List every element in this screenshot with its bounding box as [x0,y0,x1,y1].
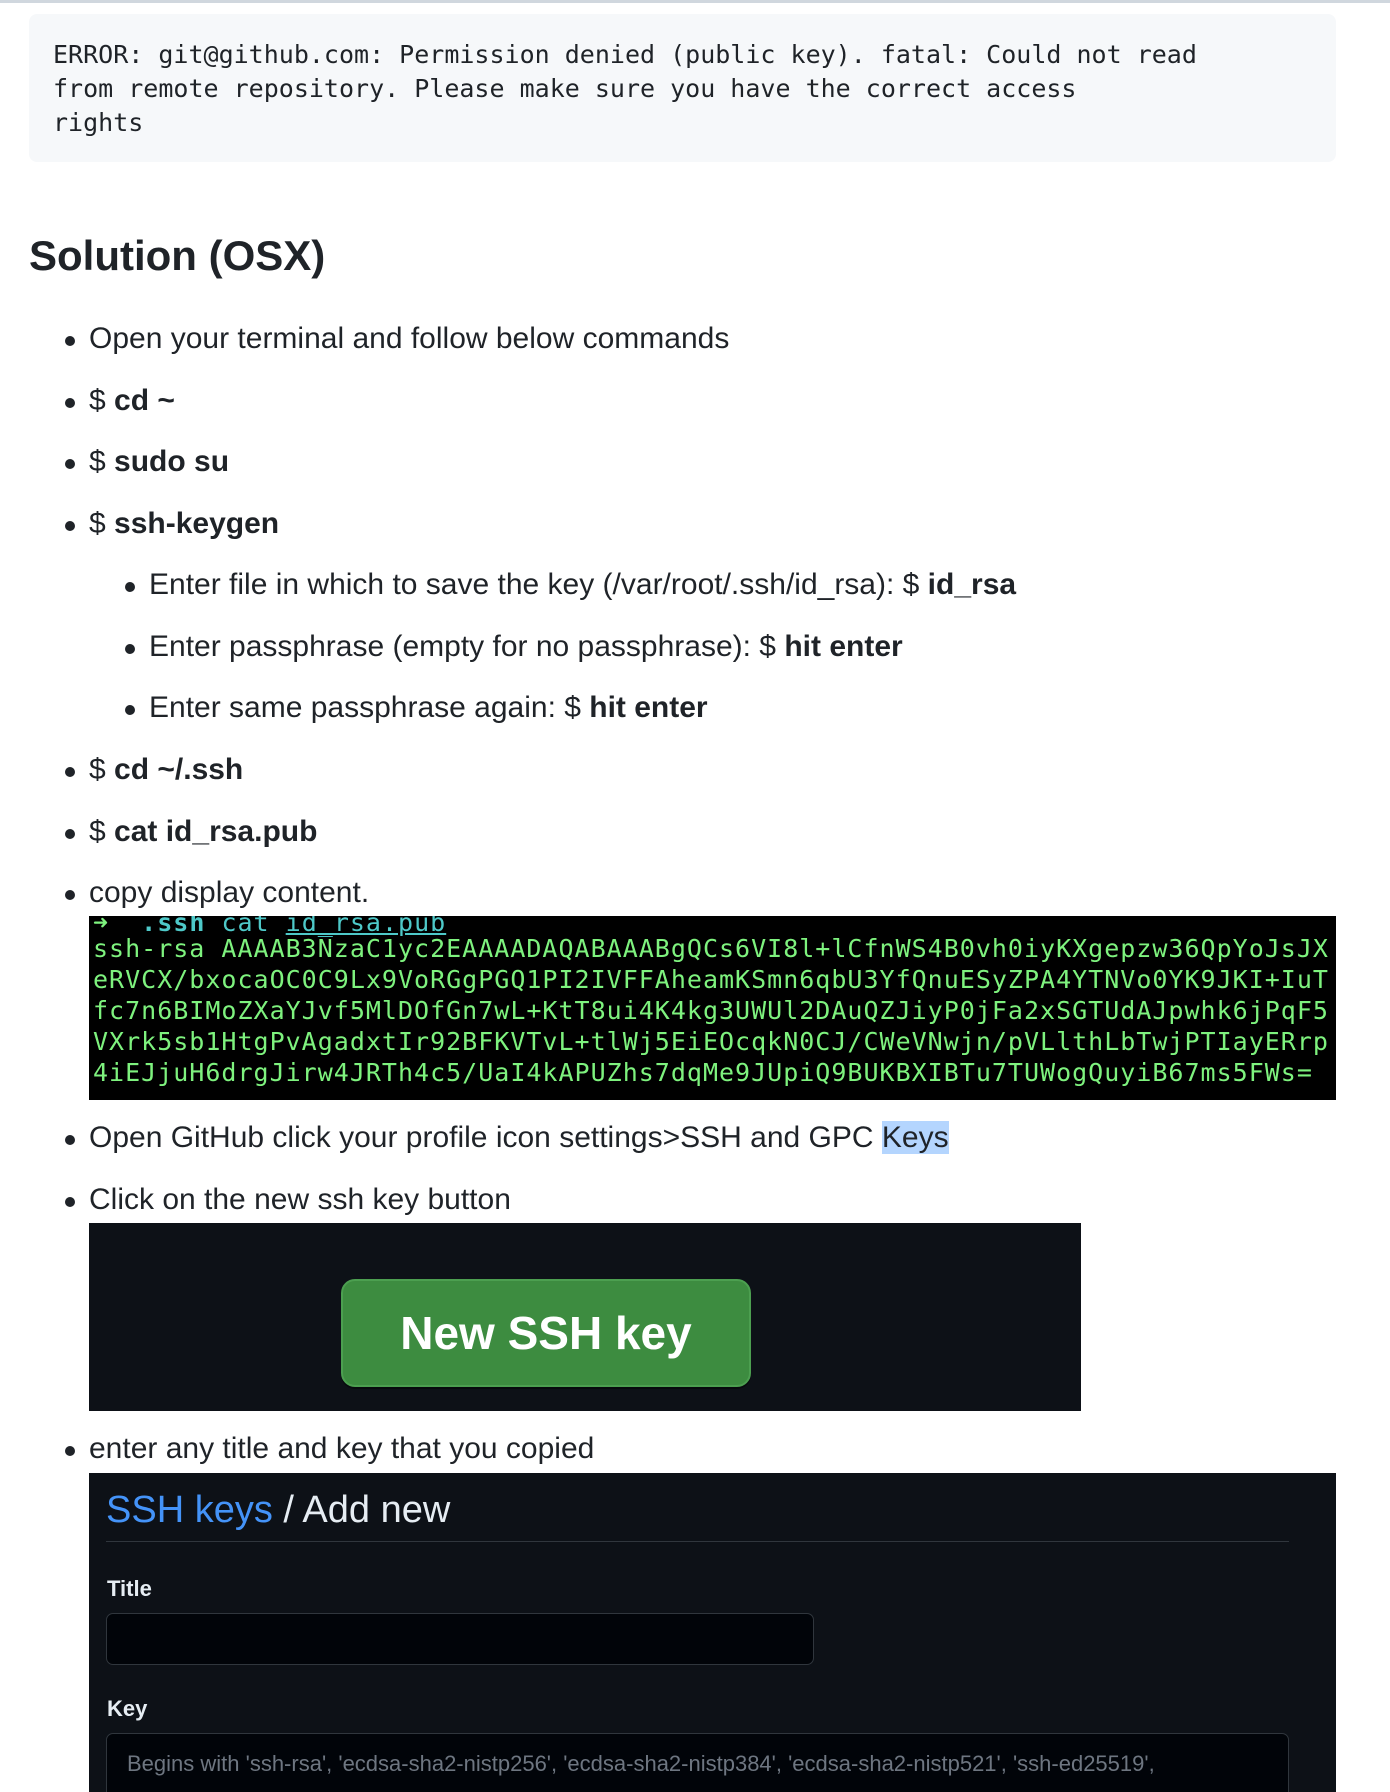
title-input[interactable] [106,1613,814,1665]
step-cat-pub: $ cat id_rsa.pub [89,815,318,848]
section-heading: Solution (OSX) [29,232,326,279]
new-ssh-key-screenshot: New SSH key [89,1223,1081,1411]
new-ssh-key-button[interactable]: New SSH key [341,1279,751,1387]
title-label: Title [107,1576,152,1601]
breadcrumb-ssh-keys-link[interactable]: SSH keys [106,1489,273,1531]
terminal-output-line: VXrk5sb1HtgPvAgadxtIr92BFKVTvL+tlWj5EiEO… [93,1027,1329,1056]
bullet-icon [65,1197,75,1207]
step-cd-ssh: $ cd ~/.ssh [89,753,244,786]
breadcrumb-current: / Add new [272,1489,451,1531]
divider [106,1541,1289,1542]
error-code-block: ERROR: git@github.com: Permission denied… [29,14,1336,162]
substep-enter-file: Enter file in which to save the key (/va… [149,568,1017,601]
bullet-icon [65,521,75,531]
step-cd-home: $ cd ~ [89,384,175,417]
step-open-terminal: Open your terminal and follow below comm… [89,322,730,355]
step-open-github: Open GitHub click your profile icon sett… [89,1121,949,1154]
bullet-icon [65,767,75,777]
sub-bullet-icon [125,582,135,592]
terminal-output-line: eRVCX/bxocaOC0C9Lx9VoRGgPGQ1PI2IVFFAheam… [93,965,1329,994]
substep-enter-same-passphrase: Enter same passphrase again: $ hit enter [149,691,708,724]
breadcrumb: SSH keys / Add new [106,1489,450,1532]
bullet-icon [65,459,75,469]
error-message: ERROR: git@github.com: Permission denied… [53,40,1197,137]
substep-enter-passphrase: Enter passphrase (empty for no passphras… [149,630,903,663]
step-copy: copy display content. [89,876,370,909]
step-enter-title: enter any title and key that you copied [89,1432,595,1465]
key-textarea[interactable]: Begins with 'ssh-rsa', 'ecdsa-sha2-nistp… [106,1733,1289,1792]
bullet-icon [65,336,75,346]
sub-bullet-icon [125,644,135,654]
terminal-output-line: ssh-rsa AAAAB3NzaC1yc2EAAAADAQABAAABgQCs… [93,934,1329,963]
step-sudo: $ sudo su [89,445,230,478]
step-click-new-key: Click on the new ssh key button [89,1183,511,1216]
terminal-output-line: 4iEJjuH6drgJirw4JRTh4c5/UaI4kAPUZhs7dqMe… [93,1058,1313,1087]
selected-text: Keys [881,1121,949,1154]
bullet-icon [65,829,75,839]
sub-bullet-icon [125,705,135,715]
bullet-icon [65,1446,75,1456]
bullet-icon [65,890,75,900]
add-ssh-key-screenshot: SSH keys / Add new Title Key Begins with… [89,1473,1336,1792]
terminal-prompt-line: ➜ .ssh cat id_rsa.pub [89,916,1336,935]
bullet-icon [65,1135,75,1145]
terminal-output-line: fc7n6BIMoZXaYJvf5MlDOfGn7wL+KtT8ui4K4kg3… [93,996,1329,1025]
bullet-icon [65,398,75,408]
key-label: Key [107,1696,148,1721]
step-keygen: $ ssh-keygen [89,507,280,540]
top-divider [0,0,1390,3]
terminal-screenshot: ➜ .ssh cat id_rsa.pub ssh-rsa AAAAB3NzaC… [89,916,1336,1100]
